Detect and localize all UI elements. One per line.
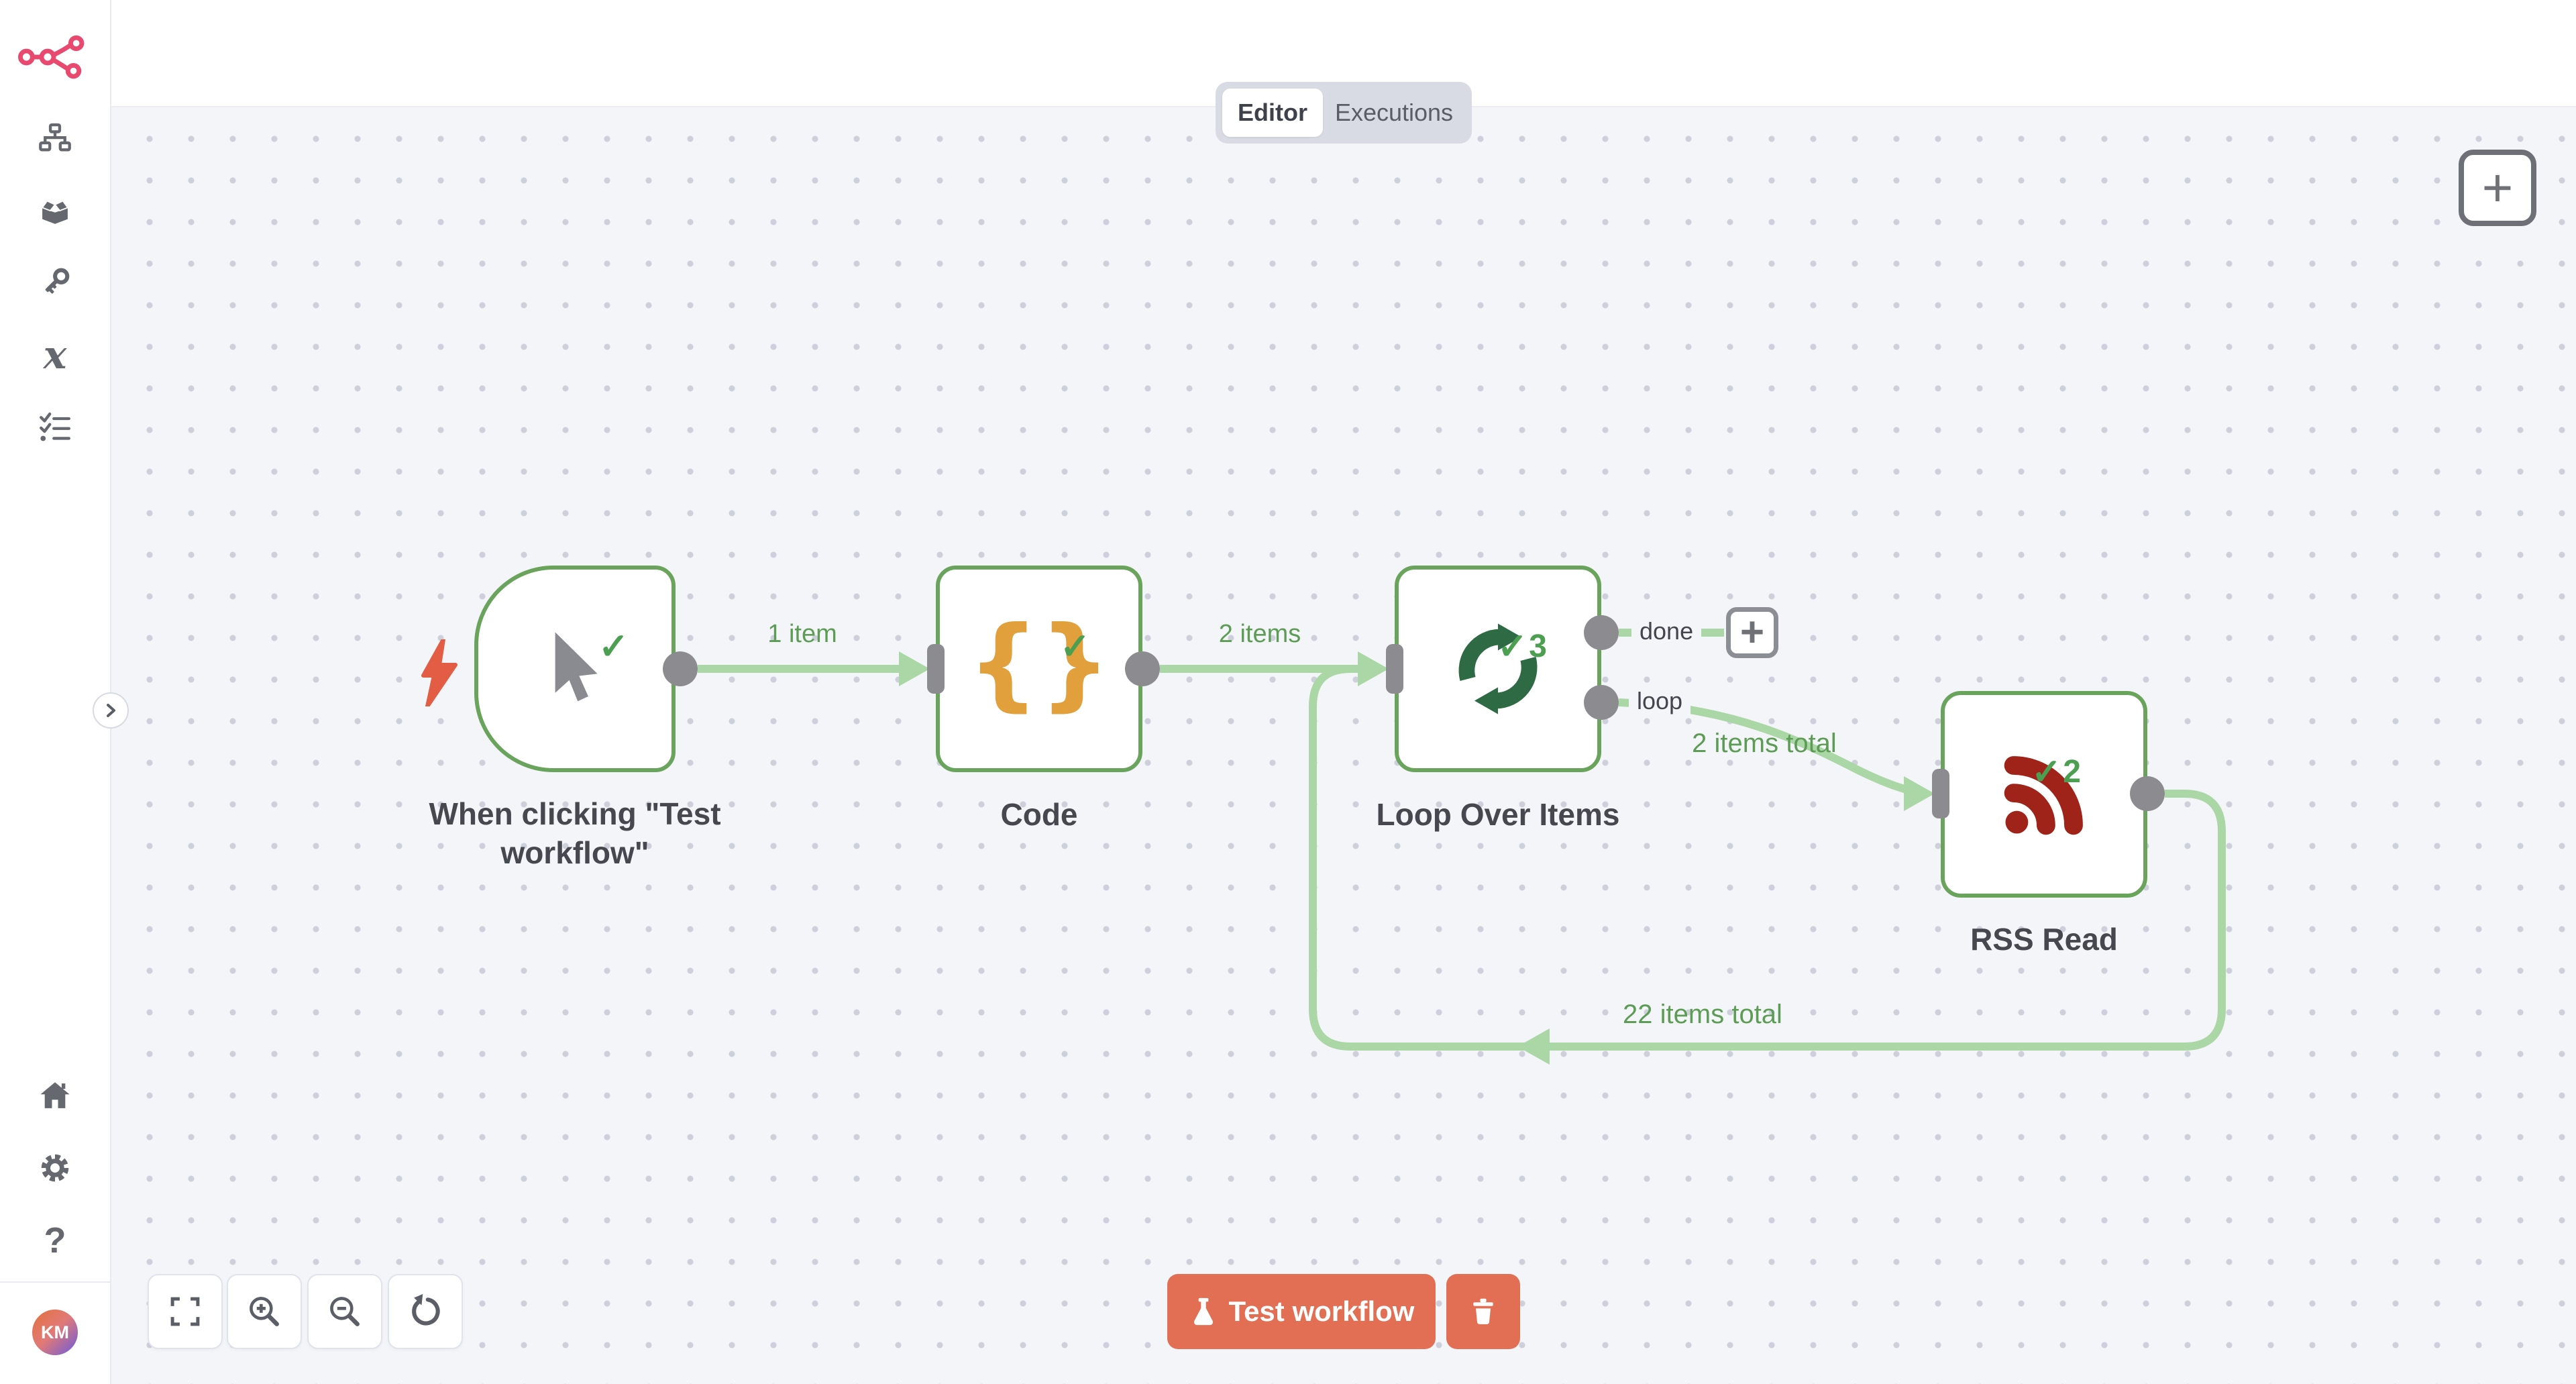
- sidebar-item-help[interactable]: ?: [0, 1217, 110, 1264]
- sidebar-item-home[interactable]: [0, 1072, 110, 1119]
- plus-icon: +: [2482, 161, 2514, 215]
- connection-label-22-items-total: 22 items total: [1568, 1000, 1837, 1030]
- test-workflow-label: Test workflow: [1229, 1295, 1415, 1328]
- sidebar: x: [0, 0, 111, 1384]
- node-label-code: Code: [938, 796, 1140, 835]
- zoom-out-button[interactable]: [307, 1274, 382, 1349]
- code-output-connector[interactable]: [1125, 651, 1160, 686]
- port-label-loop: loop: [1629, 686, 1690, 716]
- trigger-output-connector[interactable]: [663, 651, 698, 686]
- sidebar-item-templates[interactable]: [0, 187, 110, 234]
- port-label-done: done: [1631, 616, 1701, 647]
- sidebar-item-credentials[interactable]: [0, 259, 110, 306]
- n8n-logo-icon: [18, 34, 92, 81]
- gear-icon: [37, 1150, 73, 1186]
- loop-done-output-connector[interactable]: [1584, 615, 1619, 650]
- loop-loop-output-connector[interactable]: [1584, 685, 1619, 720]
- n8n-logo[interactable]: [0, 30, 110, 84]
- rss-input-connector[interactable]: [1932, 769, 1949, 818]
- loop-input-connector[interactable]: [1386, 644, 1403, 694]
- zoom-to-fit-button[interactable]: [148, 1274, 223, 1349]
- zoom-in-button[interactable]: [227, 1274, 302, 1349]
- undo-icon: [407, 1293, 444, 1330]
- tab-executions[interactable]: Executions: [1323, 89, 1465, 137]
- node-code[interactable]: {}: [936, 566, 1142, 772]
- node-label-loop: Loop Over Items: [1330, 796, 1666, 835]
- connection-label-2-items-total: 2 items total: [1630, 729, 1898, 759]
- add-node-button[interactable]: +: [2459, 150, 2536, 226]
- templates-box-icon: [37, 193, 73, 229]
- test-workflow-button[interactable]: Test workflow: [1167, 1274, 1436, 1349]
- variables-icon: x: [44, 332, 67, 378]
- executions-list-icon: [38, 410, 72, 445]
- sidebar-item-workflows[interactable]: [0, 115, 110, 162]
- view-switcher: Editor Executions: [1216, 82, 1472, 144]
- trash-icon: [1468, 1297, 1498, 1326]
- node-loop-over-items[interactable]: [1395, 566, 1601, 772]
- workflow-canvas[interactable]: [110, 106, 2576, 1384]
- node-rss-read[interactable]: [1941, 691, 2147, 898]
- sidebar-expand-button[interactable]: [93, 692, 129, 729]
- sidebar-divider: [0, 1281, 110, 1283]
- fit-view-icon: [167, 1293, 203, 1330]
- key-icon: [38, 265, 72, 300]
- node-success-check-count: ✓2: [2031, 751, 2081, 793]
- tab-editor[interactable]: Editor: [1222, 89, 1323, 137]
- reset-zoom-button[interactable]: [388, 1274, 463, 1349]
- node-success-check: ✓: [1060, 625, 1091, 668]
- connection-label-1-item: 1 item: [735, 620, 869, 649]
- chevron-right-icon: [103, 702, 119, 718]
- plus-icon: +: [1740, 612, 1764, 653]
- flask-icon: [1189, 1297, 1218, 1326]
- node-label-rss: RSS Read: [1943, 920, 2145, 959]
- zoom-in-icon: [246, 1293, 283, 1330]
- node-success-check-count: ✓3: [1497, 625, 1547, 668]
- zoom-out-icon: [326, 1293, 364, 1330]
- code-input-connector[interactable]: [927, 644, 945, 694]
- home-icon: [37, 1077, 73, 1114]
- node-manual-trigger[interactable]: [474, 566, 676, 772]
- n8n-workflow-editor: ✓ When clicking "Test workflow" {} ✓ Cod…: [0, 0, 2576, 1384]
- add-node-after-done-button[interactable]: +: [1726, 607, 1778, 658]
- node-label-trigger: When clicking "Test workflow": [417, 795, 733, 872]
- sidebar-item-variables[interactable]: x: [0, 331, 110, 378]
- connection-label-2-items: 2 items: [1193, 620, 1327, 649]
- workflows-icon: [38, 121, 72, 156]
- sidebar-item-settings[interactable]: [0, 1145, 110, 1191]
- sidebar-item-executions[interactable]: [0, 404, 110, 451]
- user-avatar[interactable]: KM: [32, 1310, 78, 1355]
- rss-output-connector[interactable]: [2130, 776, 2165, 811]
- trigger-bolt-icon: [417, 639, 462, 706]
- node-success-check: ✓: [598, 625, 630, 668]
- help-icon: ?: [44, 1220, 66, 1261]
- delete-workflow-button[interactable]: [1446, 1274, 1520, 1349]
